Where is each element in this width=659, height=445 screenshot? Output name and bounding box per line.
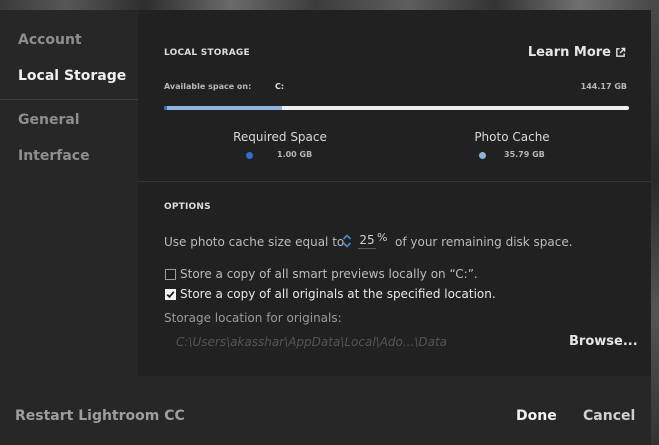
preferences-dialog: Account Local Storage General Interface … [0, 10, 651, 445]
photo-cache-fill [167, 106, 282, 110]
sidebar-item-general[interactable]: General [18, 112, 80, 128]
storage-usage-bar [164, 106, 629, 110]
originals-label[interactable]: Store a copy of all originals at the spe… [180, 287, 496, 301]
percent-sign: % [377, 231, 388, 244]
settings-panel: LOCAL STORAGE Learn More Available space… [138, 10, 651, 376]
photo-cache-label: Photo Cache [474, 130, 550, 144]
browse-button[interactable]: Browse... [569, 334, 638, 349]
sidebar-item-account[interactable]: Account [18, 32, 82, 48]
required-space-dot [246, 152, 253, 159]
required-space-value: 1.00 GB [277, 150, 313, 159]
cache-size-suffix: of your remaining disk space. [395, 235, 573, 249]
learn-more-link[interactable]: Learn More [528, 45, 626, 60]
originals-checkbox[interactable] [165, 289, 176, 300]
learn-more-label: Learn More [527, 45, 611, 60]
restart-lightroom-button[interactable]: Restart Lightroom CC [15, 408, 185, 424]
sidebar-divider [0, 99, 138, 100]
total-space-value: 144.17 GB [580, 82, 627, 91]
required-space-label: Required Space [233, 130, 327, 144]
cancel-button[interactable]: Cancel [583, 408, 635, 424]
photo-cache-value: 35.79 GB [504, 150, 545, 159]
background-photo-strip [0, 0, 659, 10]
checkmark-icon [166, 291, 175, 299]
storage-path-field: C:\Users\akasshar\AppData\Local\Ado...\D… [176, 335, 448, 349]
local-storage-heading: LOCAL STORAGE [164, 48, 250, 58]
cache-percent-input[interactable]: 25 [358, 232, 376, 249]
smart-previews-label[interactable]: Store a copy of all smart previews local… [180, 267, 478, 281]
external-link-icon [616, 47, 626, 57]
sidebar-item-local-storage[interactable]: Local Storage [18, 68, 126, 84]
drive-label: C: [275, 82, 285, 91]
done-button[interactable]: Done [516, 408, 557, 424]
photo-cache-dot [479, 152, 486, 159]
sidebar: Account Local Storage General Interface [0, 10, 138, 376]
section-divider [138, 181, 651, 182]
cache-size-prefix: Use photo cache size equal to [164, 235, 345, 249]
storage-location-label: Storage location for originals: [164, 311, 342, 325]
available-space-label: Available space on: [164, 82, 252, 91]
smart-previews-checkbox[interactable] [165, 269, 176, 280]
options-heading: OPTIONS [164, 202, 211, 212]
background-photo-edge [651, 0, 659, 445]
sidebar-item-interface[interactable]: Interface [18, 148, 90, 164]
up-down-arrows-icon[interactable] [342, 233, 352, 249]
